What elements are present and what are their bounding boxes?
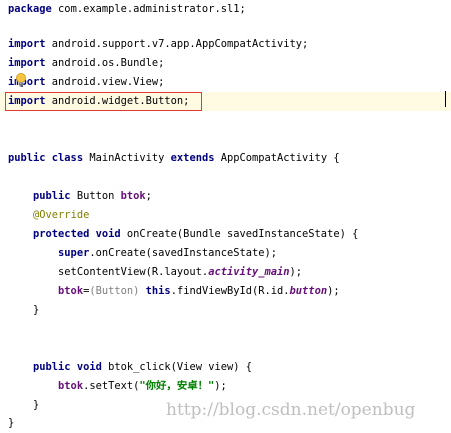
code-line-class-declaration: public class MainActivity extends AppCom… <box>0 149 451 168</box>
class-name: MainActivity <box>83 152 171 164</box>
field-name-btok: btok <box>58 380 84 392</box>
this-keyword: this <box>145 285 171 297</box>
public-class-keyword: public class <box>8 152 84 164</box>
package-name: com.example.administrator.sl1; <box>51 3 246 15</box>
code-line-import-bundle: import android.os.Bundle; <box>0 54 451 73</box>
code-line-import-appcompat: import android.support.v7.app.AppCompatA… <box>0 35 451 54</box>
field-name-btok: btok <box>120 190 146 202</box>
set-content-view-call: setContentView(R.layout. <box>8 266 209 278</box>
code-line-find-view: btok=(Button) this.findViewById(R.id.but… <box>0 282 451 301</box>
superclass-name: AppCompatActivity { <box>214 152 340 164</box>
super-keyword: super <box>58 247 90 259</box>
watermark: http://blog.csdn.net/openbug <box>166 400 416 420</box>
text-caret <box>445 91 446 107</box>
call-end: ); <box>214 380 227 392</box>
method-signature: btok_click(View view) { <box>101 361 252 373</box>
package-keyword: package <box>8 3 52 15</box>
code-line-set-content-view: setContentView(R.layout.activity_main); <box>0 263 451 282</box>
field-type: Button <box>70 190 121 202</box>
override-annotation: @Override <box>33 209 90 221</box>
code-line-close-method: } <box>0 301 451 320</box>
extends-keyword: extends <box>170 152 215 164</box>
import-path: android.os.Bundle; <box>45 57 165 69</box>
find-view-call: .findViewById(R.id. <box>170 285 290 297</box>
code-editor[interactable]: package com.example.administrator.sl1; i… <box>0 0 451 433</box>
code-line-package: package com.example.administrator.sl1; <box>0 0 451 19</box>
public-keyword: public <box>33 190 71 202</box>
protected-void-keyword: protected void <box>33 228 121 240</box>
string-literal: "你好，安卓！" <box>139 380 215 392</box>
call-end: ); <box>289 266 303 278</box>
super-call: .onCreate(savedInstanceState); <box>89 247 277 259</box>
code-line-click-signature: public void btok_click(View view) { <box>0 358 451 377</box>
code-line-set-text: btok.setText("你好，安卓！"); <box>0 377 451 396</box>
closing-brace: } <box>8 304 40 316</box>
semicolon: ; <box>145 190 152 202</box>
lightbulb-icon[interactable] <box>15 73 27 87</box>
code-line-import-view: import android.view.View; <box>0 73 451 92</box>
code-line-override: @Override <box>0 206 451 225</box>
set-text-call: .setText( <box>83 380 140 392</box>
import-path: android.support.v7.app.AppCompatActivity… <box>45 38 309 50</box>
code-line-super-call: super.onCreate(savedInstanceState); <box>0 244 451 263</box>
import-keyword: import <box>8 38 46 50</box>
cast-expression: (Button) <box>89 285 140 297</box>
button-id: button <box>289 285 328 297</box>
code-line-oncreate-signature: protected void onCreate(Bundle savedInst… <box>0 225 451 244</box>
code-line-field-declaration: public Button btok; <box>0 187 451 206</box>
import-keyword: import <box>8 57 46 69</box>
method-signature: onCreate(Bundle savedInstanceState) { <box>120 228 359 240</box>
closing-brace: } <box>8 417 15 429</box>
highlight-box <box>5 92 202 111</box>
public-void-keyword: public void <box>33 361 102 373</box>
call-end: ); <box>327 285 340 297</box>
closing-brace: } <box>8 399 40 411</box>
field-name-btok: btok <box>58 285 84 297</box>
layout-id: activity_main <box>208 266 290 278</box>
import-path: android.view.View; <box>45 76 165 88</box>
